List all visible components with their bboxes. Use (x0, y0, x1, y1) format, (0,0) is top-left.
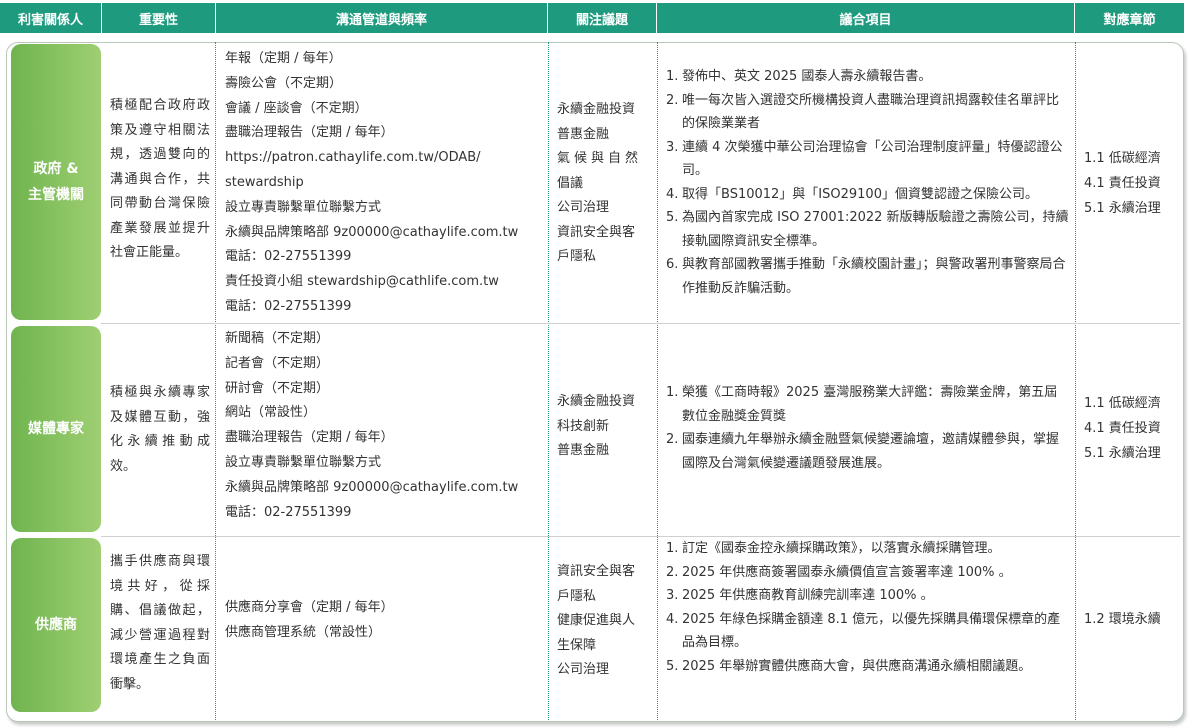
channel-item: 供應商分享會（定期 / 每年） (225, 600, 394, 615)
agenda-item: 1. 榮獲《工商時報》2025 臺灣服務業大評鑑：壽險業金牌，第五屆數位金融獎金質… (666, 385, 1058, 424)
agenda-item: 1. 訂定《國泰金控永續採購政策》，以落實永續採購管理。 (666, 541, 1001, 556)
header-chapter: 對應章節 (1075, 3, 1184, 33)
channel-item: 設立專責聯繫單位聯繫方式 (225, 454, 382, 470)
focus-item: 公司治理 (557, 200, 610, 215)
chapter-link: 5.1 永續治理 (1084, 446, 1161, 461)
row-government-chapters: 1.1 低碳經濟 4.1 責任投資 5.1 永續治理 (1084, 146, 1179, 221)
table-header: 利害關係人 重要性 溝通管道與頻率 關注議題 議合項目 對應章節 (0, 3, 1184, 33)
row-media-focus: 永續金融投資 科技創新 普惠金融 (557, 390, 652, 464)
agenda-item: 5. 2025 年舉辦實體供應商大會，與供應商溝通永續相關議題。 (666, 658, 1032, 674)
channel-item: 會議 / 座談會（不定期） (225, 100, 368, 116)
row-suppliers-importance: 攜手供應商與環境共好，從採購、倡議做起，減少營運過程對環境產生之負面衝擊。 (110, 554, 210, 692)
row-government-channels: 年報（定期 / 每年） 壽險公會（不定期） 會議 / 座談會（不定期） 盡職治理… (225, 47, 545, 320)
column-divider (1075, 42, 1076, 720)
agenda-item: 3. 2025 年供應商教育訓練完訓率達 100% 。 (666, 588, 934, 603)
row-government-agenda: 1. 發佈中、英文 2025 國泰人壽永續報告書。 2. 唯一每次皆入選證交所機構投… (666, 65, 1070, 300)
row-government-importance: 積極配合政府政策及遵守相關法規，透過雙向的溝通與合作，共同帶動台灣保險產業發展並… (110, 98, 210, 260)
focus-item: 科技創新 (557, 418, 610, 434)
column-divider (548, 42, 549, 720)
row-suppliers-agenda: 1. 訂定《國泰金控永續採購政策》，以落實永續採購管理。 2. 2025 年供應商簽… (666, 537, 1070, 678)
channel-item: 電話：02-27551399 (225, 504, 352, 520)
channel-item: 盡職治理報告（定期 / 每年） (225, 125, 394, 141)
focus-item: 永續金融投資 (557, 102, 636, 117)
stakeholder-table: 利害關係人 重要性 溝通管道與頻率 關注議題 議合項目 對應章節 政府 & 主管… (0, 0, 1188, 728)
channel-item: 永續與品牌策略部 9z00000@cathaylife.com.tw (225, 224, 519, 240)
focus-item: 永續金融投資 (557, 394, 636, 409)
header-stakeholder: 利害關係人 (0, 3, 102, 33)
agenda-item: 3. 連續 4 次榮獲中華公司治理協會「公司治理制度評量」特優認證公司。 (666, 139, 1063, 179)
focus-item: 生保障 (557, 637, 597, 653)
focus-item: 普惠金融 (557, 126, 610, 142)
channel-item: 記者會（不定期） (225, 355, 330, 371)
focus-item: 健康促進與人 (557, 613, 636, 628)
agenda-item: 2. 唯一每次皆入選證交所機構投資人盡職治理資訊揭露較佳名單評比的保險業業者 (666, 92, 1060, 132)
agenda-item: 5. 為國內首家完成 ISO 27001:2022 新版轉版驗證之壽險公司，持續接… (666, 210, 1069, 249)
focus-item: 戶隱私 (557, 588, 597, 604)
channel-item: 網站（常設性） (225, 405, 317, 421)
channel-item: 供應商管理系統（常設性） (225, 624, 382, 640)
chapter-link: 1.1 低碳經濟 (1084, 151, 1161, 166)
agenda-item: 6. 與教育部國教署攜手推動「永續校園計畫」；與警政署刑事警察局合作推動反詐騙活動… (666, 257, 1066, 296)
row-suppliers-focus: 資訊安全與客 戶隱私 健康促進與人 生保障 公司治理 (557, 560, 652, 683)
focus-item: 公司治理 (557, 662, 610, 677)
agenda-item: 4. 取得「BS10012」與「ISO29100」個資雙認證之保險公司。 (666, 186, 1038, 202)
row-media-channels: 新聞稿（不定期） 記者會（不定期） 研討會（不定期） 網站（常設性） 盡職治理報… (225, 327, 545, 525)
row-divider (101, 323, 1180, 324)
column-divider (657, 42, 658, 720)
header-focus: 關注議題 (548, 3, 657, 33)
header-agenda: 議合項目 (657, 3, 1075, 33)
row-government-focus: 永續金融投資 普惠金融 氣候與自然 倡議 公司治理 資訊安全與客 戶隱私 (557, 98, 652, 270)
focus-item: 倡議 (557, 175, 584, 191)
row-suppliers-chapters: 1.2 環境永續 (1084, 607, 1179, 632)
channel-item: 永續與品牌策略部 9z00000@cathaylife.com.tw (225, 479, 519, 495)
channel-item: 研討會（不定期） (225, 380, 330, 396)
channel-item: 電話：02-27551399 (225, 249, 352, 265)
channel-item: 電話：02-27551399 (225, 298, 352, 314)
channel-item: 年報（定期 / 每年） (225, 51, 342, 66)
agenda-item: 2. 2025 年供應商簽署國泰永續價值宣言簽署率達 100% 。 (666, 564, 1012, 580)
column-divider (215, 42, 216, 720)
focus-item: 氣候與自然 (557, 151, 643, 166)
channel-item: 設立專責聯繫單位聯繫方式 (225, 199, 382, 215)
focus-item: 資訊安全與客 (557, 564, 636, 579)
focus-item: 普惠金融 (557, 443, 610, 458)
stakeholder-suppliers: 供應商 (11, 538, 101, 712)
chapter-link: 4.1 責任投資 (1084, 176, 1161, 191)
channel-link: https://patron.cathaylife.com.tw/ODAB/ (225, 150, 481, 166)
agenda-item: 2. 國泰連續九年舉辦永續金融暨氣候變遷論壇，邀請媒體參與，掌握國際及台灣氣候變遷… (666, 432, 1060, 471)
channel-link: stewardship (225, 174, 304, 190)
row-media-agenda: 1. 榮獲《工商時報》2025 臺灣服務業大評鑑：壽險業金牌，第五屆數位金融獎金質… (666, 381, 1070, 475)
row-suppliers-channels: 供應商分享會（定期 / 每年） 供應商管理系統（常設性） (225, 596, 545, 646)
header-importance: 重要性 (102, 3, 216, 33)
stakeholder-media-experts: 媒體專家 (11, 326, 101, 532)
row-media-chapters: 1.1 低碳經濟 4.1 責任投資 5.1 永續治理 (1084, 391, 1179, 466)
channel-item: 新聞稿（不定期） (225, 331, 330, 346)
channel-item: 責任投資小組 stewardship@cathlife.com.tw (225, 274, 499, 290)
chapter-link: 1.2 環境永續 (1084, 612, 1161, 627)
agenda-item: 4. 2025 年綠色採購金額達 8.1 億元，以優先採購具備環保標章的產品為目標… (666, 611, 1061, 651)
header-channels: 溝通管道與頻率 (216, 3, 548, 33)
channel-item: 盡職治理報告（定期 / 每年） (225, 430, 394, 446)
stakeholder-government: 政府 & 主管機關 (11, 44, 101, 320)
chapter-link: 1.1 低碳經濟 (1084, 396, 1161, 411)
agenda-item: 1. 發佈中、英文 2025 國泰人壽永續報告書。 (666, 69, 932, 84)
focus-item: 戶隱私 (557, 249, 597, 264)
row-media-importance: 積極與永續專家及媒體互動，強化永續推動成效。 (110, 385, 210, 474)
chapter-link: 4.1 責任投資 (1084, 421, 1161, 436)
focus-item: 資訊安全與客 (557, 224, 636, 240)
channel-item: 壽險公會（不定期） (225, 75, 343, 91)
chapter-link: 5.1 永續治理 (1084, 201, 1161, 216)
